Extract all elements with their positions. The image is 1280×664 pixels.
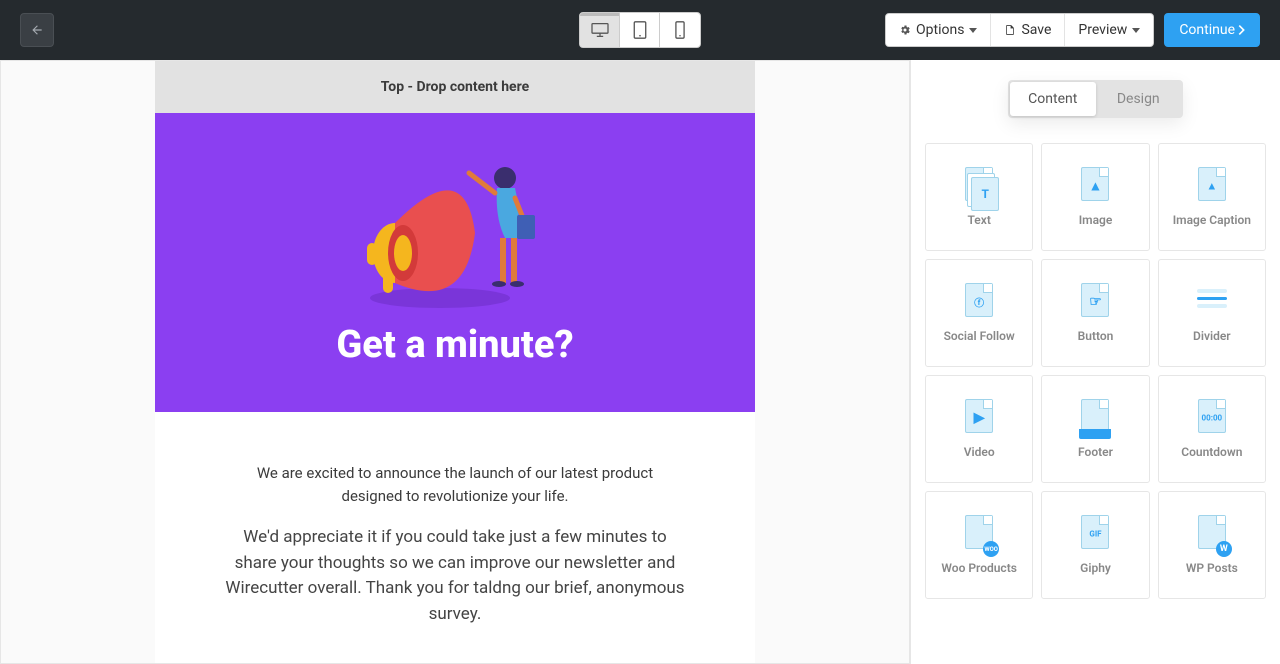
block-label: Footer [1078,445,1113,459]
image-caption-block-icon: ▲ [1196,167,1228,205]
block-text[interactable]: T T Text [925,143,1033,251]
chevron-right-icon [1238,25,1245,35]
tablet-view-button[interactable] [620,13,660,47]
block-label: Divider [1193,329,1231,343]
top-dropzone[interactable]: Top - Drop content here [155,61,755,113]
text-block[interactable]: We are excited to announce the launch of… [155,412,755,664]
top-toolbar: Options Save Preview Continue [0,0,1280,60]
block-label: WP Posts [1186,561,1238,575]
right-sidebar: Content Design T T Text ▲ Image ▲ Image … [910,60,1280,664]
chevron-down-icon [969,28,977,33]
preview-button[interactable]: Preview [1065,14,1153,46]
paragraph-1: We are excited to announce the launch of… [225,462,685,507]
desktop-view-button[interactable] [580,13,620,47]
video-block-icon: ▶ [963,399,995,437]
text-block-icon: T T [963,167,995,205]
block-footer[interactable]: Footer [1041,375,1149,483]
block-label: Video [964,445,995,459]
save-label: Save [1021,22,1051,38]
block-label: Image [1079,213,1113,227]
giphy-block-icon: GIF [1079,515,1111,553]
chevron-down-icon [1132,28,1140,33]
device-switcher [579,12,701,48]
block-image-caption[interactable]: ▲ Image Caption [1158,143,1266,251]
countdown-block-icon: 00:00 [1196,399,1228,437]
options-button[interactable]: Options [886,14,991,46]
block-giphy[interactable]: GIF Giphy [1041,491,1149,599]
editor-canvas-area: Top - Drop content here [0,60,910,664]
mobile-icon [675,21,685,39]
hero-illustration [345,143,565,313]
divider-block-icon [1196,283,1228,321]
mobile-view-button[interactable] [660,13,700,47]
footer-block-icon [1079,399,1111,437]
sidebar-tabs: Content Design [1008,80,1183,118]
preview-label: Preview [1078,22,1127,38]
block-label: Woo Products [941,561,1016,575]
save-icon [1004,24,1016,36]
paragraph-2: We'd appreciate it if you could take jus… [225,525,685,627]
block-label: Image Caption [1173,213,1251,227]
button-block-icon: ☞ [1079,283,1111,321]
wp-posts-block-icon: W [1196,515,1228,553]
tab-design[interactable]: Design [1096,82,1182,116]
block-label: Text [967,213,990,227]
blocks-grid: T T Text ▲ Image ▲ Image Caption ⓕ Socia… [921,143,1270,599]
tab-content[interactable]: Content [1010,82,1096,116]
block-label: Giphy [1080,561,1111,575]
desktop-icon [590,22,610,38]
block-woo-products[interactable]: WOO Woo Products [925,491,1033,599]
block-label: Button [1078,329,1114,343]
email-canvas[interactable]: Top - Drop content here [155,61,755,664]
back-button[interactable] [20,13,54,47]
social-follow-block-icon: ⓕ [963,283,995,321]
arrow-left-icon [30,23,44,37]
block-label: Social Follow [944,329,1015,343]
gear-icon [899,24,911,36]
hero-title: Get a minute? [185,323,725,367]
continue-button[interactable]: Continue [1164,13,1260,47]
continue-label: Continue [1179,22,1235,38]
actions-button-group: Options Save Preview [885,13,1154,47]
block-image[interactable]: ▲ Image [1041,143,1149,251]
block-wp-posts[interactable]: W WP Posts [1158,491,1266,599]
block-video[interactable]: ▶ Video [925,375,1033,483]
hero-block[interactable]: Get a minute? [155,113,755,412]
right-controls: Options Save Preview Continue [885,13,1260,47]
options-label: Options [916,22,964,38]
block-label: Countdown [1181,445,1242,459]
block-divider[interactable]: Divider [1158,259,1266,367]
block-countdown[interactable]: 00:00 Countdown [1158,375,1266,483]
woo-products-block-icon: WOO [963,515,995,553]
block-social-follow[interactable]: ⓕ Social Follow [925,259,1033,367]
save-button[interactable]: Save [991,14,1065,46]
block-button[interactable]: ☞ Button [1041,259,1149,367]
tablet-icon [633,21,647,39]
image-block-icon: ▲ [1079,167,1111,205]
